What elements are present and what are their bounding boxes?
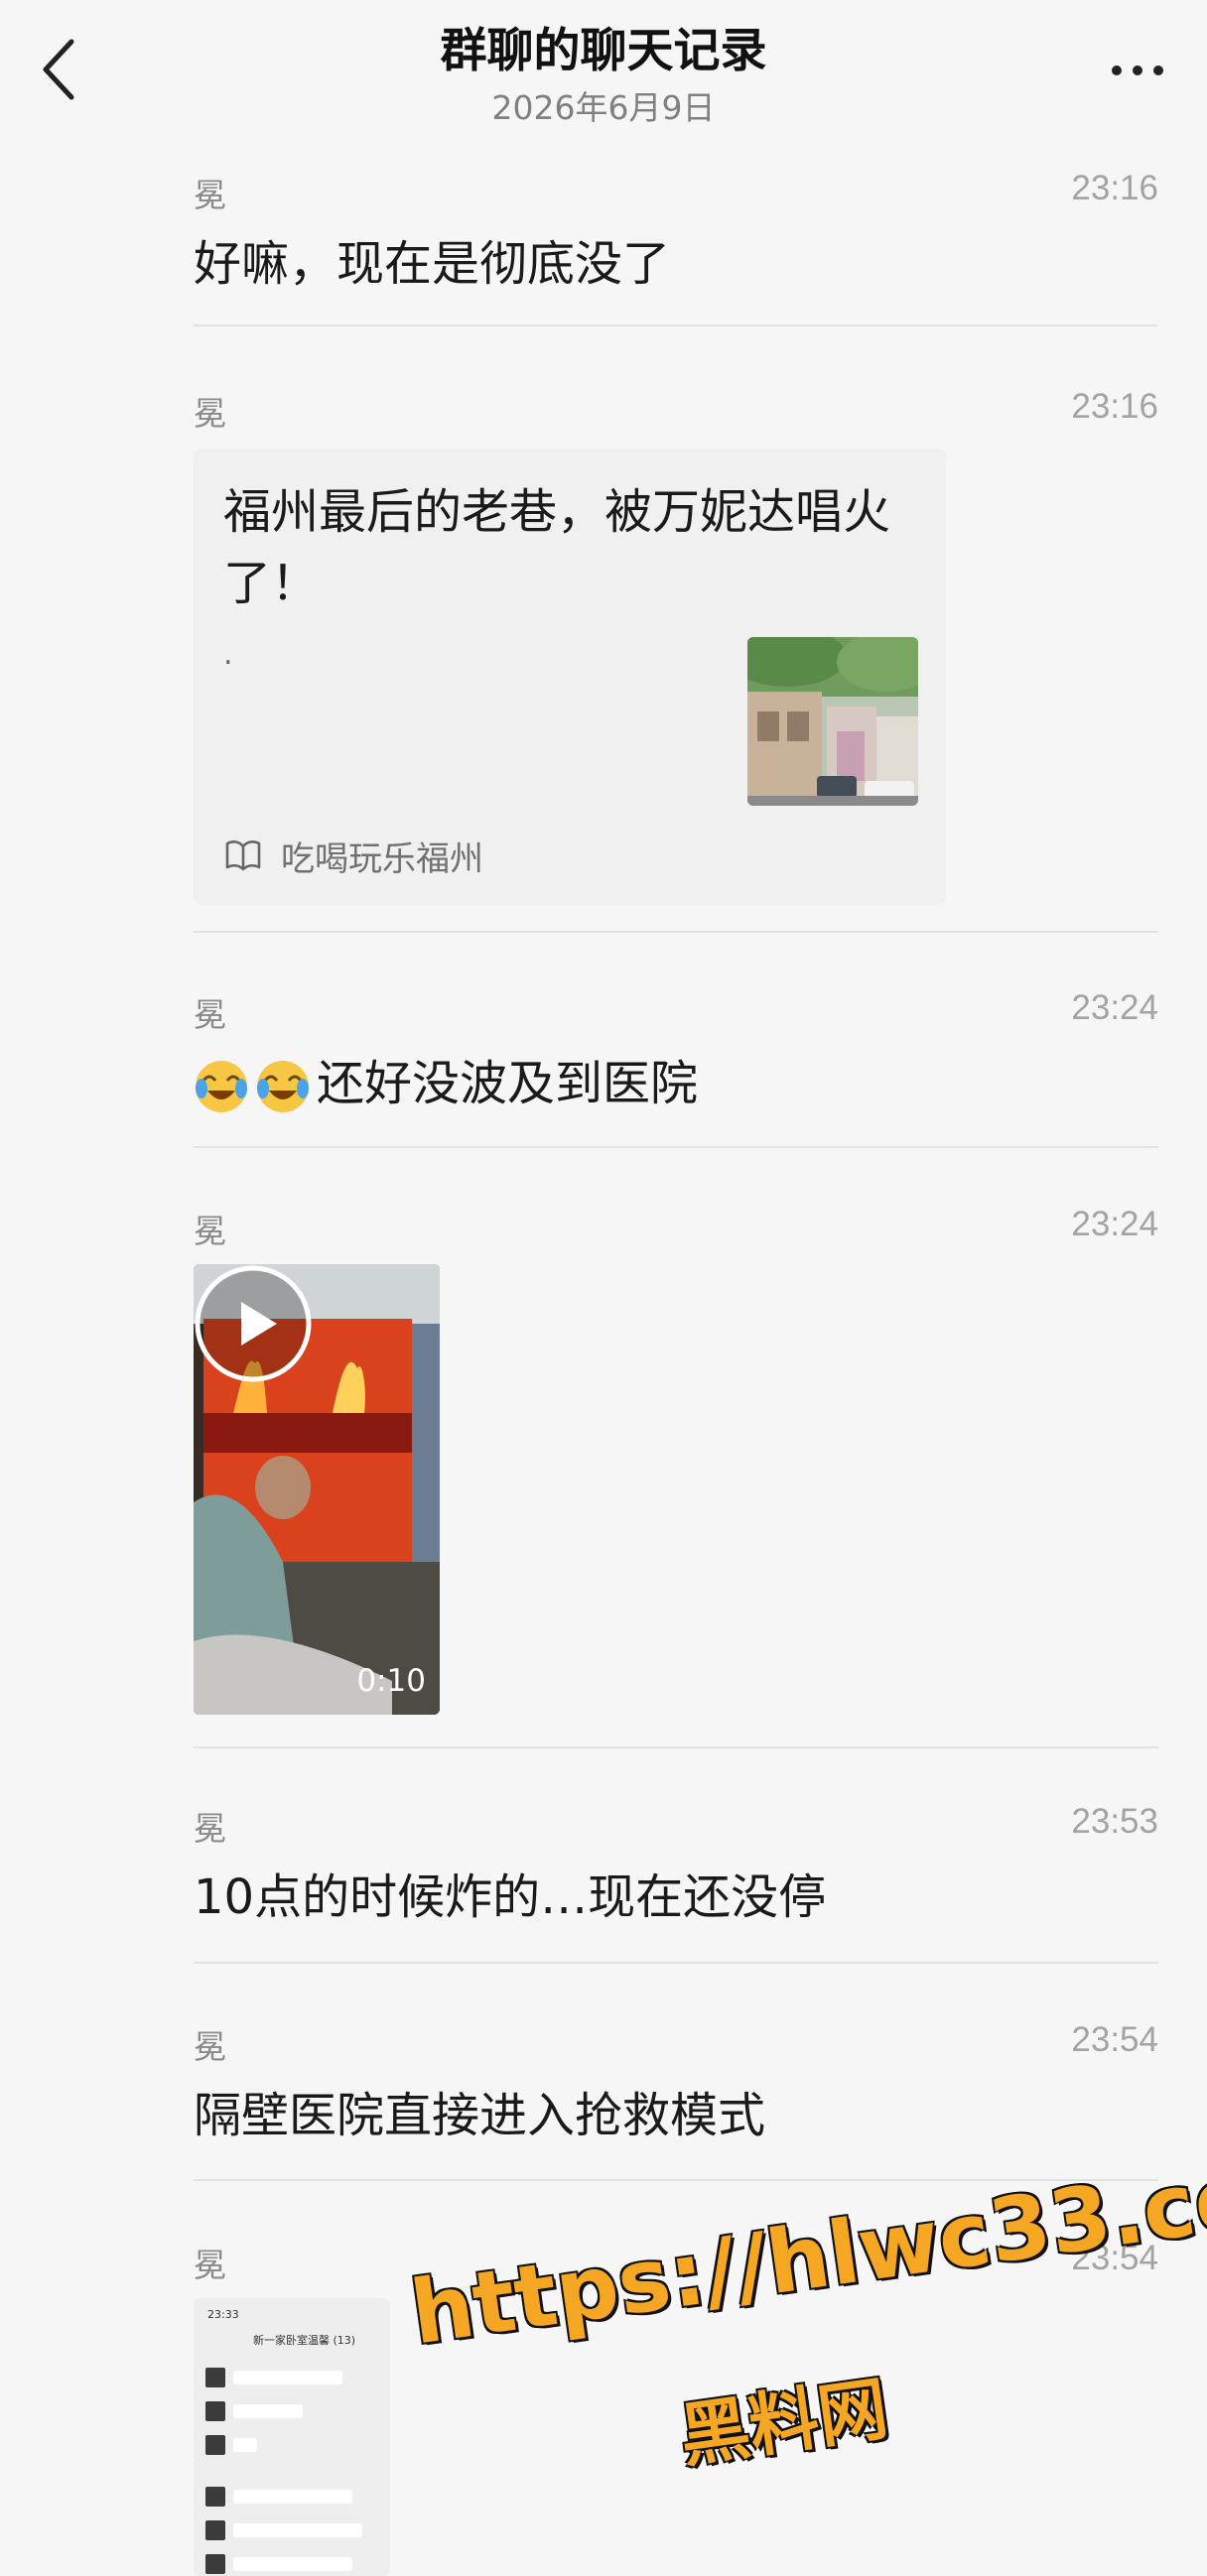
message-item[interactable]: 冕 23:54 隔壁医院直接进入抢救模式 [194, 2020, 1158, 2169]
message-time: 23:16 [1071, 387, 1158, 426]
message-item: 冕 23:54 23:33 新一家卧室温馨 (13) [194, 2239, 1158, 2576]
sender-name: 冕 [194, 1212, 226, 1250]
crying-laughing-emoji-icon [196, 1061, 247, 1112]
chat-history-header: 群聊的聊天记录 2026年6月9日 [0, 0, 1207, 149]
sender-name: 冕 [194, 176, 226, 214]
crying-laughing-emoji-icon [257, 1061, 309, 1112]
book-icon [225, 840, 261, 871]
link-thumbnail [747, 637, 918, 806]
message-item: 冕 23:24 0:10 [194, 1205, 1158, 1721]
sender-name: 冕 [194, 1809, 226, 1848]
message-time: 23:24 [1071, 1205, 1158, 1243]
divider [194, 1962, 1158, 1964]
divider [194, 2179, 1158, 2181]
sender-name: 冕 [194, 2246, 226, 2284]
divider [194, 931, 1158, 933]
message-text: 还好没波及到医院 [317, 1056, 699, 1111]
video-duration: 0:10 [356, 1663, 426, 1699]
message-item[interactable]: 冕 23:24 还好没波及到医院 [194, 988, 1158, 1137]
link-source-name: 吃喝玩乐福州 [281, 838, 483, 879]
video-thumbnail[interactable]: 0:10 [194, 1264, 440, 1715]
screenshot-chat-title: 新一家卧室温馨 (13) [253, 2334, 356, 2347]
sender-name: 冕 [194, 394, 226, 433]
link-source: 吃喝玩乐福州 [223, 834, 483, 879]
more-button[interactable] [1098, 40, 1177, 99]
more-dot-icon [1112, 65, 1122, 75]
message-text: 好嘛，现在是彻底没了 [194, 236, 671, 292]
message-time: 23:54 [1071, 2020, 1158, 2059]
link-card[interactable]: 福州最后的老巷，被万妮达唱火了！ . 吃喝玩乐福州 [194, 449, 946, 905]
message-item[interactable]: 冕 23:16 好嘛，现在是彻底没了 [194, 169, 1158, 318]
image-thumbnail[interactable]: 23:33 新一家卧室温馨 (13) [194, 2298, 390, 2576]
message-time: 23:53 [1071, 1802, 1158, 1841]
link-description: . [223, 637, 233, 672]
more-dot-icon [1133, 65, 1142, 75]
more-dot-icon [1153, 65, 1163, 75]
sender-name: 冕 [194, 995, 226, 1034]
divider [194, 1146, 1158, 1148]
message-item[interactable]: 冕 23:53 10点的时候炸的…现在还没停 [194, 1802, 1158, 1951]
message-text: 隔壁医院直接进入抢救模式 [194, 2088, 766, 2143]
message-item: 冕 23:16 福州最后的老巷，被万妮达唱火了！ . 吃喝玩乐福州 [194, 387, 1158, 923]
history-date: 2026年6月9日 [491, 88, 716, 127]
page-title: 群聊的聊天记录 [440, 24, 767, 78]
message-text-row: 还好没波及到医院 [194, 1044, 698, 1114]
message-time: 23:16 [1071, 169, 1158, 207]
divider [194, 1746, 1158, 1748]
link-title: 福州最后的老巷，被万妮达唱火了！ [223, 484, 891, 611]
message-time: 23:24 [1071, 988, 1158, 1027]
play-icon[interactable] [194, 1264, 313, 1383]
divider [194, 324, 1158, 326]
message-text: 10点的时候炸的…现在还没停 [194, 1869, 827, 1925]
message-time: 23:54 [1071, 2239, 1158, 2277]
screenshot-status-time: 23:33 [207, 2308, 239, 2321]
sender-name: 冕 [194, 2027, 226, 2066]
